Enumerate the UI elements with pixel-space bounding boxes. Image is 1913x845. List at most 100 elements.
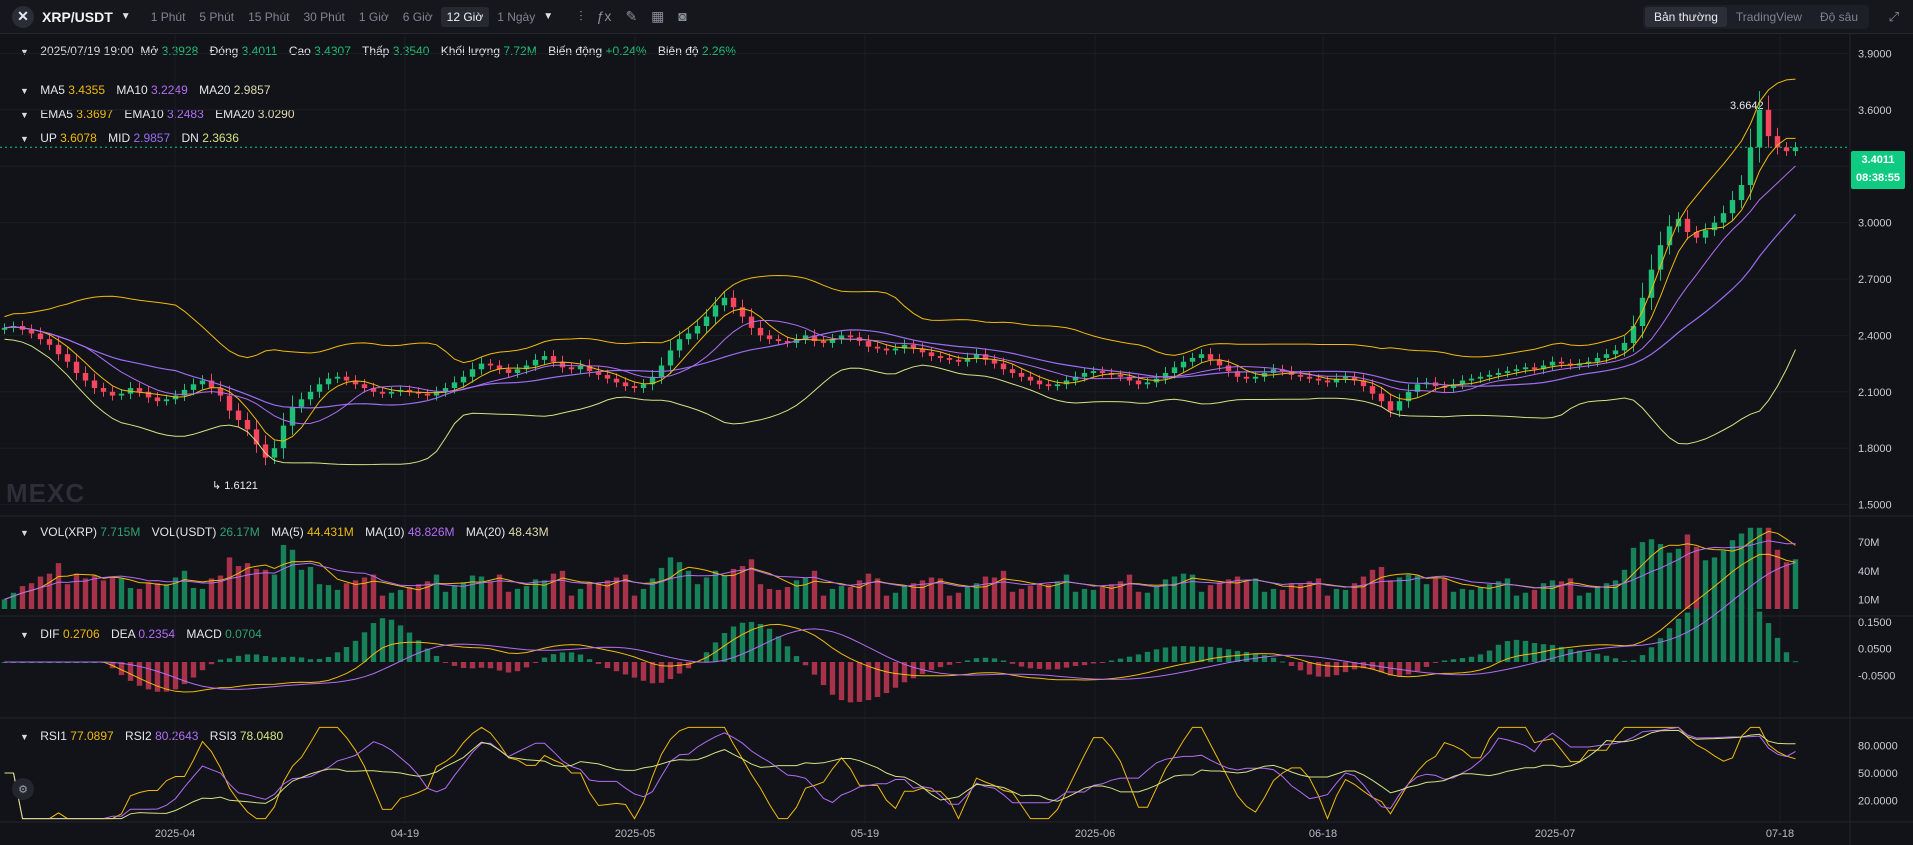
x-label-2: 2025-05 [614,828,656,840]
macd-histogram-bar [1783,652,1790,662]
interval-tab-7[interactable]: 1 Ngày [491,7,541,27]
candle-body [1531,367,1538,370]
candle-body [847,335,854,338]
macd-histogram-bar [1126,656,1133,662]
candle-body [1378,393,1385,402]
volume-bar [1378,566,1385,609]
candle-body [1180,361,1187,368]
draw-pen-icon[interactable]: ✎ [625,8,637,25]
chevron-down-icon[interactable]: ▼ [121,11,131,22]
volume-bar [1513,595,1520,609]
volume-bar [514,588,521,609]
macd-histogram-bar [235,655,242,662]
macd-histogram-bar [253,654,260,662]
macd-histogram-bar [622,662,629,675]
candle-body [1387,401,1394,411]
macd-histogram-bar [928,662,935,671]
macd-histogram-bar [280,657,287,662]
macd-histogram-bar [1432,662,1439,663]
indicator-icon[interactable]: ⫶ [579,8,583,25]
candle-body [1099,371,1106,373]
interval-tab-3[interactable]: 30 Phút [297,7,350,27]
macd-histogram-bar [208,662,215,665]
candle-body [685,333,692,340]
volume-bar [1198,591,1205,609]
macd-histogram-bar [568,652,575,662]
volume-bar [1243,581,1250,609]
volume-bar [262,569,269,609]
volume-bar [325,585,332,609]
candle-body [640,384,647,389]
macd-histogram-bar [1774,637,1781,662]
macd-histogram-bar [604,662,611,669]
formula-icon[interactable]: ƒx [597,8,612,25]
candle-body [721,297,728,306]
candle-body [1162,373,1169,379]
macd-histogram-bar [1747,607,1754,662]
macd-histogram-bar [1207,646,1214,662]
macd-histogram-bar [532,662,539,663]
volume-bar [865,573,872,609]
view-tab-1[interactable]: TradingView [1727,7,1811,27]
view-tab-2[interactable]: Độ sâu [1811,7,1867,27]
interval-tab-5[interactable]: 6 Giờ [397,7,439,27]
volume-bar [1225,579,1232,609]
candle-body [1027,376,1034,381]
volume-bar [1081,588,1088,609]
macd-histogram-bar [1756,611,1763,662]
macd-histogram-bar [1216,647,1223,662]
volume-bar [802,577,809,609]
chart-canvas[interactable]: 3.90003.60003.30003.00002.70002.40002.10… [0,34,1913,845]
candle-body [1396,401,1403,411]
volume-bar [1594,586,1601,609]
view-tab-0[interactable]: Bản thường [1644,7,1727,27]
candle-body [1594,357,1601,362]
volume-bar [847,587,854,609]
layout-icon[interactable]: ▦ [651,8,664,25]
macd-histogram-bar [1180,646,1187,662]
macd-histogram-bar [1000,660,1007,662]
volume-bar [1648,539,1655,609]
camera-icon[interactable]: ◙ [678,8,686,25]
vol-axis-label-1: 40M [1858,566,1879,578]
volume-bar [181,570,188,609]
volume-bar [964,586,971,609]
volume-bar [109,577,116,609]
pair-selector[interactable]: XRP/USDT [42,9,113,25]
macd-histogram-bar [973,658,980,662]
rsi3-line [4,729,1796,820]
candle-body [235,410,242,420]
candle-body [1765,109,1772,137]
volume-bar [1396,577,1403,609]
macd-histogram-bar [1279,661,1286,663]
interval-tab-2[interactable]: 15 Phút [242,7,295,27]
volume-bar [289,549,296,609]
macd-histogram-bar [1666,628,1673,662]
macd-histogram-bar [1423,662,1430,667]
x-label-6: 2025-07 [1534,828,1576,840]
candle-body [1045,384,1052,387]
macd-histogram-bar [1441,660,1448,662]
interval-tab-6[interactable]: 12 Giờ [440,6,490,27]
settings-corner-icon[interactable]: ⚙ [12,778,34,800]
volume-bar [1432,577,1439,609]
macd-histogram-bar [1405,662,1412,675]
candle-body [1036,380,1043,385]
volume-bar [1720,550,1727,609]
interval-more-chevron-icon[interactable]: ▼ [543,11,553,22]
volume-bar [793,580,800,609]
fullscreen-icon[interactable]: ⤢ [1889,9,1899,25]
interval-tab-4[interactable]: 1 Giờ [353,7,395,27]
macd-histogram-bar [1045,662,1052,670]
candle-body [1189,357,1196,362]
interval-tab-0[interactable]: 1 Phút [145,7,192,27]
candle-body [451,382,458,389]
macd-histogram-bar [1792,661,1799,663]
interval-tab-1[interactable]: 5 Phút [193,7,240,27]
volume-bar [775,589,782,609]
volume-bar [46,573,53,609]
volume-bar [829,588,836,609]
candle-body [424,393,431,396]
volume-bar [1747,527,1754,609]
macd-histogram-bar [1567,649,1574,662]
